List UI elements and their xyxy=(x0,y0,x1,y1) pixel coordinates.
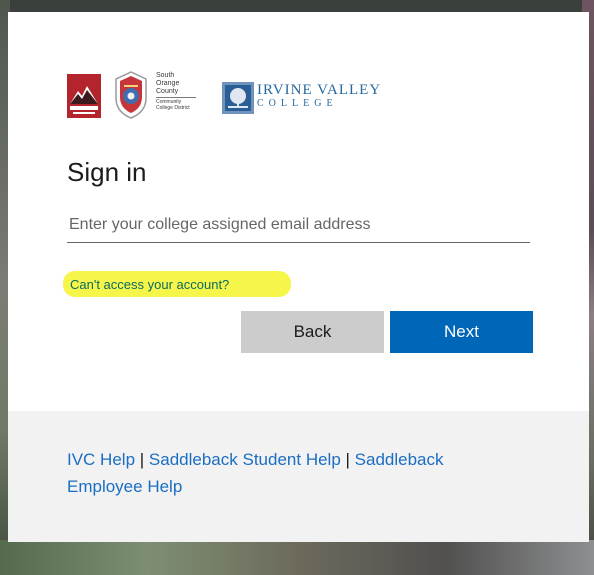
saddleback-student-help-link[interactable]: Saddleback Student Help xyxy=(149,450,341,469)
logo-bar: South Orange County Community College Di… xyxy=(67,70,407,130)
socc-line-2: Orange xyxy=(156,80,180,87)
saddleback-college-logo xyxy=(67,74,101,118)
next-button[interactable]: Next xyxy=(390,311,533,353)
socc-line-1: South xyxy=(156,72,175,79)
cant-access-container: Can't access your account? xyxy=(63,267,293,302)
footer-separator-1: | xyxy=(139,450,145,469)
footer-separator-2: | xyxy=(345,450,350,469)
socccd-wordmark: South Orange County Community College Di… xyxy=(156,72,208,111)
email-field-wrapper xyxy=(67,210,530,243)
back-button[interactable]: Back xyxy=(241,311,384,353)
footer-help-links: IVC Help | Saddleback Student Help | Sad… xyxy=(67,446,517,500)
cant-access-link[interactable]: Can't access your account? xyxy=(70,277,229,292)
background-bottom xyxy=(0,540,594,575)
irvine-valley-logo-mark xyxy=(222,82,254,114)
ivc-wordmark-line2: COLLEGE xyxy=(257,98,338,109)
socc-line-3: County xyxy=(156,88,179,95)
footer: IVC Help | Saddleback Student Help | Sad… xyxy=(8,411,589,542)
email-field[interactable] xyxy=(67,210,530,243)
socc-small-2: College District xyxy=(156,105,190,111)
ivc-help-link[interactable]: IVC Help xyxy=(67,450,135,469)
socccd-seal-logo xyxy=(115,71,147,119)
ivc-wordmark-line1: IRVINE VALLEY xyxy=(257,82,382,98)
page-title: Sign in xyxy=(67,157,147,187)
irvine-valley-wordmark: IRVINE VALLEY COLLEGE xyxy=(257,83,381,110)
signin-card: South Orange County Community College Di… xyxy=(8,12,589,542)
socc-divider xyxy=(156,97,196,98)
